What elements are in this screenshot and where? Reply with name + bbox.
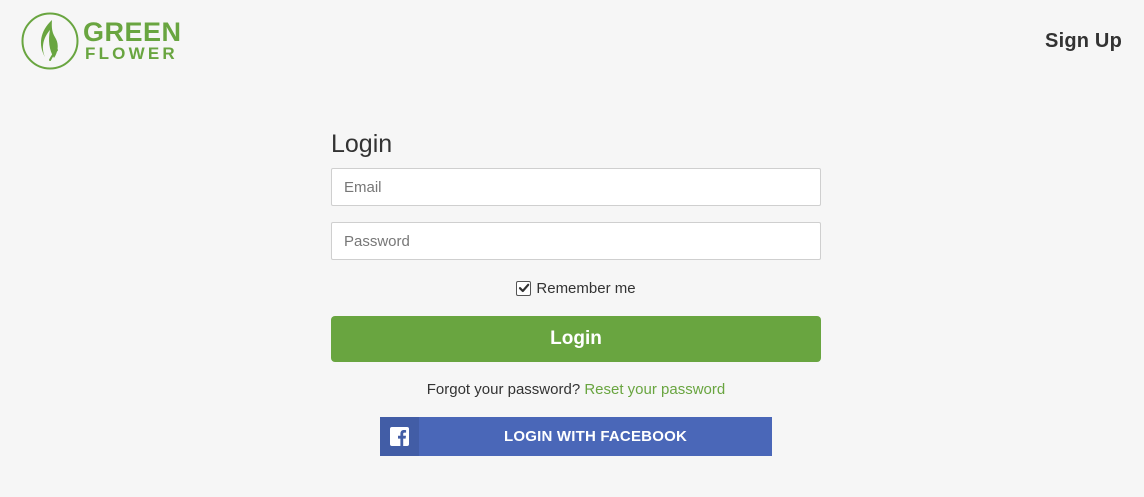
facebook-icon bbox=[390, 427, 409, 446]
facebook-login-label: LOGIN WITH FACEBOOK bbox=[504, 428, 687, 445]
logo-wordmark: GREEN FLOWER bbox=[83, 19, 182, 63]
login-page: GREEN FLOWER Sign Up Login Remember me L… bbox=[0, 0, 1144, 497]
forgot-password-row: Forgot your password? Reset your passwor… bbox=[331, 381, 821, 399]
remember-me-row: Remember me bbox=[331, 278, 821, 298]
login-form: Login Remember me Login Forgot your pass… bbox=[331, 128, 821, 456]
logo-text-flower: FLOWER bbox=[85, 44, 178, 63]
page-title: Login bbox=[331, 130, 393, 158]
facebook-icon-box bbox=[380, 417, 419, 456]
signup-link[interactable]: Sign Up bbox=[1045, 30, 1122, 53]
remember-me-checkbox[interactable] bbox=[516, 280, 532, 296]
password-field[interactable] bbox=[331, 222, 821, 260]
leaf-flame-icon bbox=[21, 12, 79, 70]
facebook-login-button[interactable]: LOGIN WITH FACEBOOK bbox=[380, 417, 772, 456]
reset-password-link[interactable]: Reset your password bbox=[584, 381, 725, 398]
login-button[interactable]: Login bbox=[331, 316, 821, 362]
checkmark-icon bbox=[518, 283, 530, 293]
email-field[interactable] bbox=[331, 168, 821, 206]
forgot-password-text: Forgot your password? bbox=[426, 381, 581, 398]
logo[interactable]: GREEN FLOWER bbox=[21, 12, 182, 70]
remember-me-label[interactable]: Remember me bbox=[536, 280, 635, 297]
logo-text-green: GREEN bbox=[83, 17, 182, 47]
